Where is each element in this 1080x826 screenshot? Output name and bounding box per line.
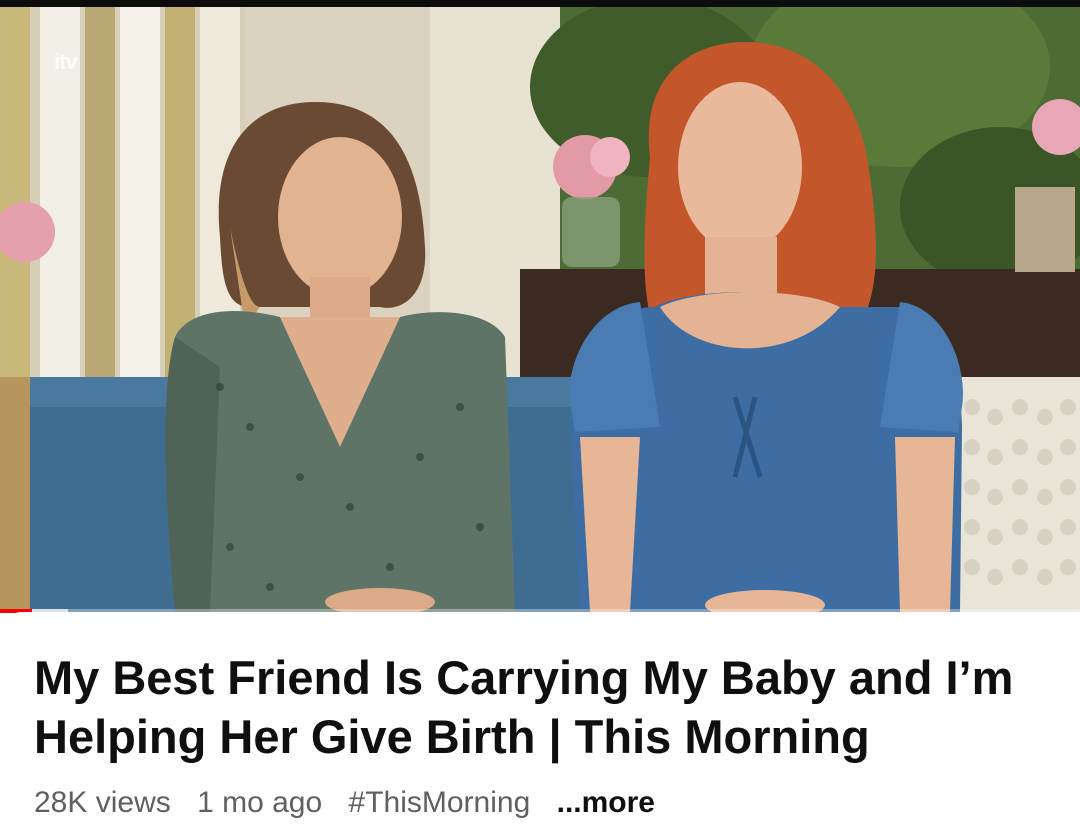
upload-age: 1 mo ago — [197, 786, 323, 819]
view-count: 28K views — [34, 786, 171, 819]
video-player[interactable]: itv — [0, 7, 1080, 612]
hashtag-link[interactable]: #ThisMorning — [349, 786, 531, 819]
status-bar-edge — [0, 0, 1080, 7]
video-frame — [0, 7, 1080, 612]
video-meta-row[interactable]: 28K views 1 mo ago #ThisMorning ...more — [34, 786, 673, 826]
video-title[interactable]: My Best Friend Is Carrying My Baby and I… — [34, 648, 1044, 766]
more-button[interactable]: ...more — [557, 786, 655, 819]
channel-logo: itv — [54, 49, 78, 74]
